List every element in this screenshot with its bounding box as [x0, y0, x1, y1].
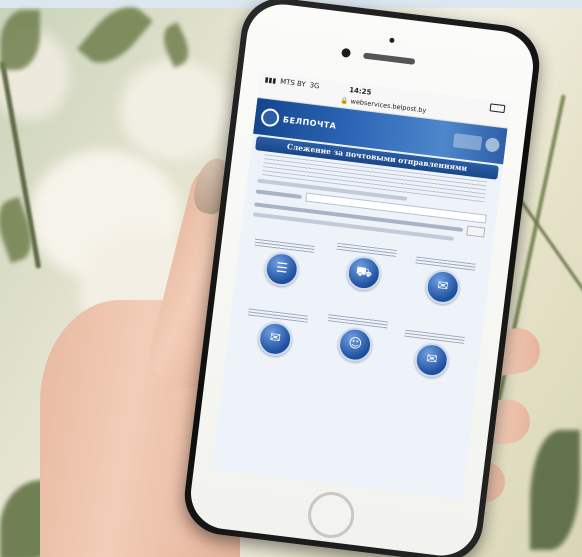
service-tile: ✉: [238, 308, 313, 360]
service-tile: ✉: [406, 256, 481, 308]
orchid-flower: [120, 60, 230, 160]
service-tile: ☰: [245, 238, 320, 290]
smartphone: ▮▮▮ MTS BY 3G 14:25 🔒 webservices.belpos…: [180, 0, 544, 557]
battery-icon: [489, 103, 506, 114]
belpost-logo-icon: [260, 107, 281, 128]
service-tile: ✉: [395, 329, 470, 381]
lock-icon: 🔒: [340, 96, 350, 106]
document-list-icon: ☰: [262, 250, 301, 289]
clock: 14:25: [348, 86, 372, 97]
envelope-icon: ✉: [256, 319, 295, 358]
service-caption: [336, 242, 397, 257]
service-caption: [247, 308, 309, 323]
phone-front: ▮▮▮ MTS BY 3G 14:25 🔒 webservices.belpos…: [186, 0, 538, 557]
search-button: [466, 225, 486, 238]
carrier-label: MTS BY: [279, 77, 307, 89]
tracking-label: [255, 188, 302, 199]
service-caption: [404, 329, 465, 344]
leaf: [77, 0, 153, 75]
front-camera: [341, 47, 352, 58]
phone-screen: ▮▮▮ MTS BY 3G 14:25 🔒 webservices.belpos…: [211, 72, 511, 500]
home-button: [305, 489, 357, 541]
emblem-icon: [484, 137, 501, 153]
leaf: [530, 430, 580, 550]
service-caption: [415, 256, 476, 271]
service-tile: ☺: [318, 314, 393, 366]
service-caption: [327, 314, 389, 329]
page-empty-area: [211, 399, 471, 500]
envelope-icon: ✉: [423, 267, 462, 306]
courier-icon: ☺: [336, 325, 375, 364]
logo-text: БЕЛПОЧТА: [282, 114, 337, 131]
mail-open-icon: ✉: [412, 341, 451, 380]
truck-icon: ⛟: [344, 254, 383, 293]
photo-scene: ▮▮▮ MTS BY 3G 14:25 🔒 webservices.belpos…: [0, 0, 582, 557]
proximity-sensor: [389, 37, 395, 44]
network-label: 3G: [309, 81, 320, 91]
services-grid: ☰ ⛟ ✉ ✉ ☺ ✉: [232, 238, 483, 415]
service-tile: ⛟: [327, 242, 402, 294]
signal-icon: ▮▮▮: [264, 75, 277, 86]
header-info-block: [452, 133, 483, 151]
earpiece-speaker: [363, 52, 416, 65]
service-caption: [254, 238, 315, 253]
